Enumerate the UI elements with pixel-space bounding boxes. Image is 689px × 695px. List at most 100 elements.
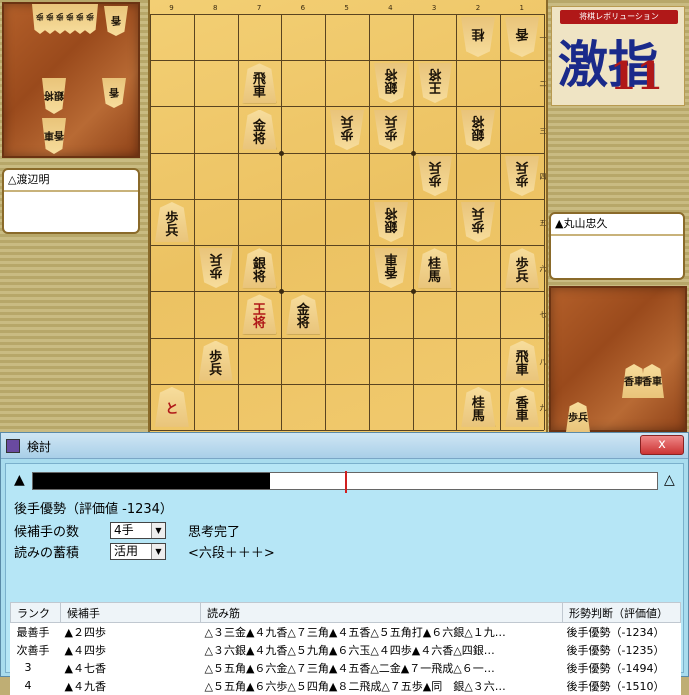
grid-line-vertical xyxy=(237,14,239,430)
grid-line-vertical xyxy=(456,14,458,430)
file-label: 7 xyxy=(256,4,262,12)
grid-line-horizontal xyxy=(150,60,544,62)
gote-hand-piece[interactable]: 銀将 xyxy=(42,78,66,114)
file-label: 8 xyxy=(213,4,218,12)
eval-bar-center-marker xyxy=(345,471,347,493)
logo-number: 11 xyxy=(610,53,663,98)
column-header-judge[interactable]: 形勢判断（評価値） xyxy=(562,602,681,623)
cell-line: △３三金▲４九香△７三角▲４五香△５五角打▲６六銀△１九… xyxy=(204,625,506,639)
grid-line-horizontal xyxy=(150,383,544,385)
cell-line: △５五角▲６六金△７三角▲４五香△二金▲７一飛成△６一… xyxy=(204,661,495,675)
file-label: 3 xyxy=(431,4,437,12)
grid-line-vertical xyxy=(281,14,283,430)
gote-hand-piece[interactable]: 香 xyxy=(102,78,126,108)
candidates-label: 候補手の数 xyxy=(14,525,80,540)
sente-player-name: ▲丸山忠久 xyxy=(551,214,683,236)
analysis-panel: ▲ △ 後手優勢（評価値 -1234） 候補手の数 4手 ▼ 思考完了 読みの蓄… xyxy=(5,463,684,695)
game-logo: 将棋レボリューション 激指 11 xyxy=(551,6,685,106)
grid-line-vertical xyxy=(544,14,545,430)
grid-line-vertical xyxy=(368,14,370,430)
table-row[interactable]: 3 ▲４七香 △５五角▲６六金△７三角▲４五香△二金▲７一飛成△６一… 後手優勢（-1… xyxy=(11,659,681,677)
grid-line-horizontal xyxy=(150,337,544,339)
cell-move: ▲２四歩 xyxy=(64,625,106,639)
chevron-down-icon[interactable]: ▼ xyxy=(151,523,165,538)
eval-status: 後手優勢（評価値 -1234） xyxy=(14,502,173,517)
chevron-down-icon[interactable]: ▼ xyxy=(151,544,165,559)
sente-piece[interactable]: 飛車 xyxy=(242,63,277,104)
candidates-select[interactable]: 4手 ▼ xyxy=(110,522,166,539)
cell-rank: 最善手 xyxy=(16,625,50,639)
sente-hand-piece[interactable]: 香車 xyxy=(640,364,664,398)
gote-player-name: △渡辺明 xyxy=(4,170,138,192)
sente-hand-piece[interactable]: 歩兵 xyxy=(566,402,590,432)
window-titlebar[interactable]: 検討 x xyxy=(1,433,688,459)
sente-piece[interactable]: 桂馬 xyxy=(461,386,496,427)
accumulate-select[interactable]: 活用 ▼ xyxy=(110,543,166,560)
sente-piece[interactable]: 銀将 xyxy=(242,248,277,289)
think-status: 思考完了 xyxy=(188,525,241,540)
gote-hand-piece[interactable]: 香 xyxy=(104,6,128,36)
accumulate-label: 読みの蓄積 xyxy=(14,546,80,561)
file-label: 9 xyxy=(169,4,174,12)
sente-piece[interactable]: と xyxy=(154,386,189,427)
cell-move: ▲４九香 xyxy=(64,679,106,693)
gote-eval-symbol: △ xyxy=(664,472,675,488)
cell-line: △５五角▲６六歩△５四角▲８二飛成△７五歩▲同 銀△３六… xyxy=(204,679,506,693)
file-label: 4 xyxy=(388,4,393,12)
gote-hand-pawn[interactable]: 歩 xyxy=(82,4,98,34)
grid-line-horizontal xyxy=(150,14,544,15)
cell-move: ▲４四歩 xyxy=(64,643,106,657)
gote-piece[interactable]: 歩兵 xyxy=(330,110,364,150)
star-point xyxy=(410,150,416,156)
file-label: 1 xyxy=(519,4,524,12)
cell-rank: 4 xyxy=(24,679,32,692)
sente-piece[interactable]: 王将 xyxy=(242,294,277,335)
candidates-table: ランク 候補手 読み筋 形勢判断（評価値） 最善手 ▲２四歩 △３三金▲４九香△７三… xyxy=(10,602,681,695)
cell-move: ▲４七香 xyxy=(64,661,106,675)
sente-player-box: ▲丸山忠久 xyxy=(549,212,685,280)
table-header-row: ランク 候補手 読み筋 形勢判断（評価値） xyxy=(10,602,681,623)
cell-judge: 後手優勢（-1234） xyxy=(566,625,665,639)
sente-piece[interactable]: 桂馬 xyxy=(417,248,452,289)
eval-bar xyxy=(32,471,658,493)
cell-judge: 後手優勢（-1235） xyxy=(566,643,665,657)
grid-line-horizontal xyxy=(150,106,544,108)
sente-piece[interactable]: 歩兵 xyxy=(198,340,233,381)
table-row[interactable]: 最善手 ▲２四歩 △３三金▲４九香△７三角▲４五香△５五角打▲６六銀△１九… 後手優勢… xyxy=(11,623,681,641)
table-row[interactable]: 次善手 ▲４四歩 △３六銀▲４九香△５九角▲６六玉△４四歩▲４六香△四銀… 後手優勢（… xyxy=(11,641,681,659)
sente-piece[interactable]: 金将 xyxy=(242,109,277,150)
grid-line-horizontal xyxy=(150,291,544,293)
table-row[interactable]: 4 ▲４九香 △５五角▲６六歩△５四角▲８二飛成△７五歩▲同 銀△３六… 後手優勢（-… xyxy=(11,677,681,695)
sente-piece[interactable]: 金将 xyxy=(286,294,321,335)
eval-bar-fill xyxy=(33,473,271,489)
grid-line-horizontal xyxy=(150,430,544,431)
gote-hand-piece[interactable]: 香車 xyxy=(42,118,66,154)
level-text: <六段＋＋＋> xyxy=(188,546,275,561)
window-title: 検討 xyxy=(27,440,52,454)
grid-line-horizontal xyxy=(150,152,544,154)
grid-line-horizontal xyxy=(150,245,544,247)
star-point xyxy=(279,150,285,156)
star-point xyxy=(410,289,416,295)
cell-judge: 後手優勢（-1494） xyxy=(566,661,665,675)
grid-line-vertical xyxy=(193,14,195,430)
column-header-move[interactable]: 候補手 xyxy=(60,602,201,623)
column-header-line[interactable]: 読み筋 xyxy=(200,602,563,623)
close-button[interactable]: x xyxy=(640,435,684,455)
sente-piece[interactable]: 歩兵 xyxy=(505,248,540,289)
sente-piece[interactable]: 飛車 xyxy=(505,340,540,381)
sente-piece[interactable]: 香車 xyxy=(505,386,540,427)
grid-line-horizontal xyxy=(150,198,544,200)
file-label: 6 xyxy=(300,4,306,12)
gote-hand-pawns[interactable]: 歩歩歩歩歩歩 xyxy=(32,4,98,34)
candidates-value: 4手 xyxy=(114,523,134,537)
cell-judge: 後手優勢（-1510） xyxy=(566,679,665,693)
cell-rank: 3 xyxy=(24,661,32,674)
sente-eval-symbol: ▲ xyxy=(14,472,25,488)
cell-line: △３六銀▲４九香△５九角▲６六玉△４四歩▲４六香△四銀… xyxy=(204,643,495,657)
gote-player-box: △渡辺明 xyxy=(2,168,140,234)
grid-line-vertical xyxy=(150,14,151,430)
sente-piece[interactable]: 歩兵 xyxy=(154,202,189,242)
logo-ribbon: 将棋レボリューション xyxy=(560,10,678,24)
column-header-rank[interactable]: ランク xyxy=(10,602,61,623)
